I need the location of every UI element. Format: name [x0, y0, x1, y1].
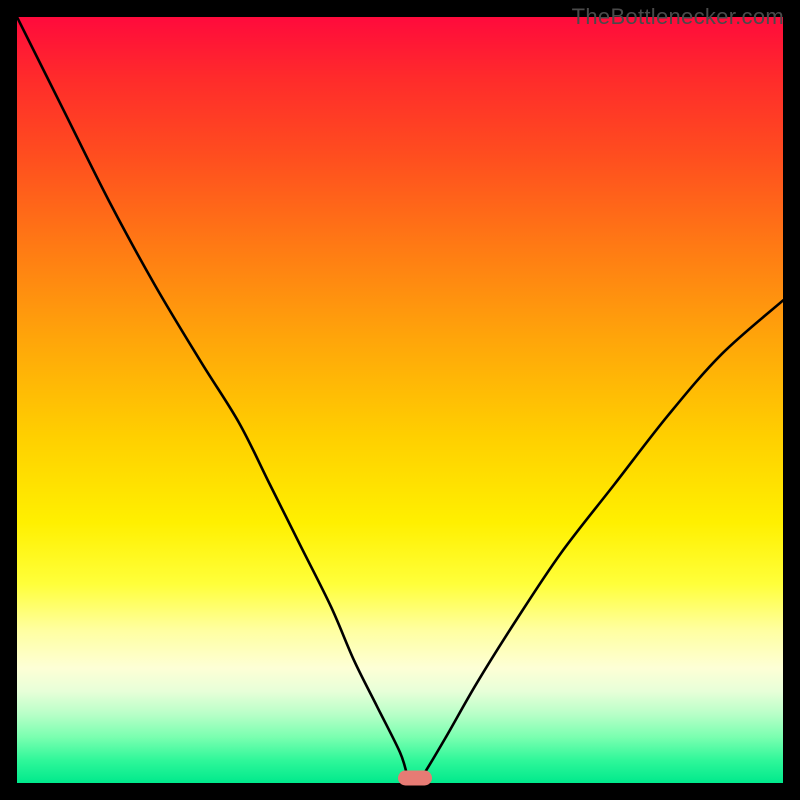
- bottleneck-curve-path: [17, 17, 783, 783]
- chart-frame: TheBottlenecker.com: [0, 0, 800, 800]
- watermark-text: TheBottlenecker.com: [572, 4, 784, 30]
- bottleneck-curve-svg: [17, 17, 783, 783]
- optimal-point-marker: [398, 771, 432, 786]
